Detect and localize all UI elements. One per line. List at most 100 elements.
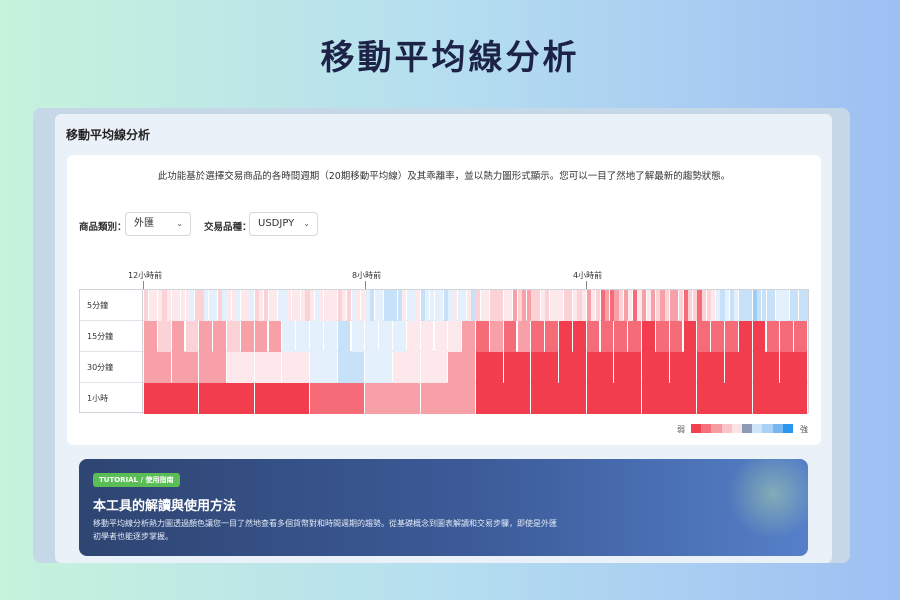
heatmap-cell: [466, 290, 471, 321]
heatmap-cell: [402, 290, 407, 321]
heatmap-cell: [697, 290, 702, 321]
heatmap-cell: [199, 321, 213, 352]
heatmap-cell: [397, 290, 402, 321]
heatmap-cell: [494, 290, 499, 321]
instrument-select-value: USDJPY: [258, 218, 295, 229]
heatmap-cell: [660, 290, 665, 321]
instrument-select[interactable]: USDJPY ⌄: [249, 212, 318, 236]
legend-swatch: [731, 424, 742, 433]
panel-title: 移動平均線分析: [66, 128, 151, 142]
heatmap-cell: [752, 383, 807, 414]
heatmap-grid: 5分鐘 15分鐘 30分鐘 1小時: [79, 289, 809, 414]
heatmap-cell: [586, 290, 591, 321]
heatmap-cell: [683, 321, 697, 352]
heatmap-cell: [310, 352, 337, 383]
heatmap-row-1h: [144, 383, 808, 414]
heatmap-cell: [517, 290, 522, 321]
heatmap-cell: [476, 352, 503, 383]
time-marker-12h: 12小時前: [128, 271, 163, 280]
heatmap-cell: [614, 321, 628, 352]
heatmap-cell: [761, 290, 767, 321]
legend-swatch: [742, 424, 753, 433]
tutorial-badge: TUTORIAL / 使用指南: [93, 473, 180, 487]
time-marker-4h: 4小時前: [573, 271, 603, 280]
heatmap-cell: [273, 290, 278, 321]
heatmap-cell: [489, 290, 495, 321]
heatmap-cell: [554, 290, 559, 321]
heatmap-cell: [153, 290, 158, 321]
heatmap-cell: [725, 352, 752, 383]
heatmap-cell: [199, 290, 204, 321]
heatmap-cell: [457, 290, 462, 321]
heatmap-cell: [586, 383, 641, 414]
tutorial-banner[interactable]: TUTORIAL / 使用指南 本工具的解讀與使用方法 移動平均線分析熱力圖透過…: [79, 459, 808, 556]
heatmap-cell: [577, 290, 582, 321]
heatmap-cell: [752, 290, 757, 321]
heatmap-cell: [379, 321, 392, 352]
heatmap-cell: [642, 321, 655, 352]
heatmap-cell: [559, 290, 564, 321]
heatmap-cell: [688, 290, 693, 321]
heatmap-cell: [734, 290, 739, 321]
heatmap-cell: [803, 290, 808, 321]
heatmap-cell: [725, 321, 738, 352]
heatmap-cell: [393, 352, 420, 383]
heatmap-cell: [545, 321, 558, 352]
heatmap-cell: [798, 290, 803, 321]
heatmap-cell: [227, 352, 254, 383]
heatmap-cell: [766, 321, 780, 352]
heatmap-cell: [757, 290, 762, 321]
heatmap-cell: [784, 290, 790, 321]
heatmap-cell: [286, 290, 292, 321]
heatmap-cell: [711, 321, 724, 352]
heatmap-cell: [752, 321, 766, 352]
heatmap-cell: [439, 290, 444, 321]
heatmap-cell: [300, 290, 305, 321]
heatmap-cell: [655, 321, 669, 352]
heatmap-cell: [586, 352, 614, 383]
heatmap-cell: [388, 290, 393, 321]
heatmap-cell: [780, 321, 794, 352]
heatmap-cell: [144, 352, 171, 383]
heatmap-cell: [351, 290, 356, 321]
panel-description: 此功能基於選擇交易商品的各時間週期（20期移動平均線）及其乖離率，並以熱力圖形式…: [157, 171, 731, 182]
heatmap-cell: [618, 290, 624, 321]
heatmap-cell: [213, 290, 218, 321]
heatmap-cell: [434, 290, 439, 321]
legend-swatch: [711, 424, 722, 433]
heatmap-cell: [231, 290, 236, 321]
heatmap-cell: [420, 321, 434, 352]
heatmap-cell: [614, 352, 641, 383]
heatmap-cell: [393, 290, 398, 321]
heatmap-cell: [531, 321, 545, 352]
heatmap-cell: [535, 290, 541, 321]
heatmap-cell: [586, 321, 600, 352]
heatmap-cell: [651, 290, 656, 321]
heatmap-cell: [628, 321, 641, 352]
heatmap-cell: [729, 290, 734, 321]
heatmap-cell: [254, 290, 259, 321]
heatmap-cell: [420, 383, 475, 414]
legend-weak-label: 弱: [677, 425, 685, 434]
heatmap-cell: [176, 290, 181, 321]
heatmap-cell: [568, 290, 573, 321]
heatmap-cell: [480, 290, 485, 321]
heatmap-row-30m: [144, 352, 808, 383]
hero-title: 移動平均線分析: [320, 38, 580, 78]
heatmap-cell: [157, 290, 163, 321]
heatmap-cell: [448, 352, 475, 383]
heatmap-cell: [752, 352, 780, 383]
category-select[interactable]: 外匯 ⌄: [125, 212, 191, 236]
heatmap-cell: [227, 290, 232, 321]
heatmap-cell: [254, 321, 268, 352]
heatmap-cell: [665, 290, 670, 321]
heatmap-cell: [268, 290, 273, 321]
heatmap-cell: [342, 290, 347, 321]
heatmap-cell: [614, 290, 619, 321]
time-marker-8h: 8小時前: [352, 271, 382, 280]
heatmap-cell: [600, 290, 605, 321]
heatmap-cell: [706, 290, 711, 321]
heatmap-cell: [563, 290, 568, 321]
heatmap-cell: [180, 290, 186, 321]
heatmap-cell: [780, 290, 785, 321]
